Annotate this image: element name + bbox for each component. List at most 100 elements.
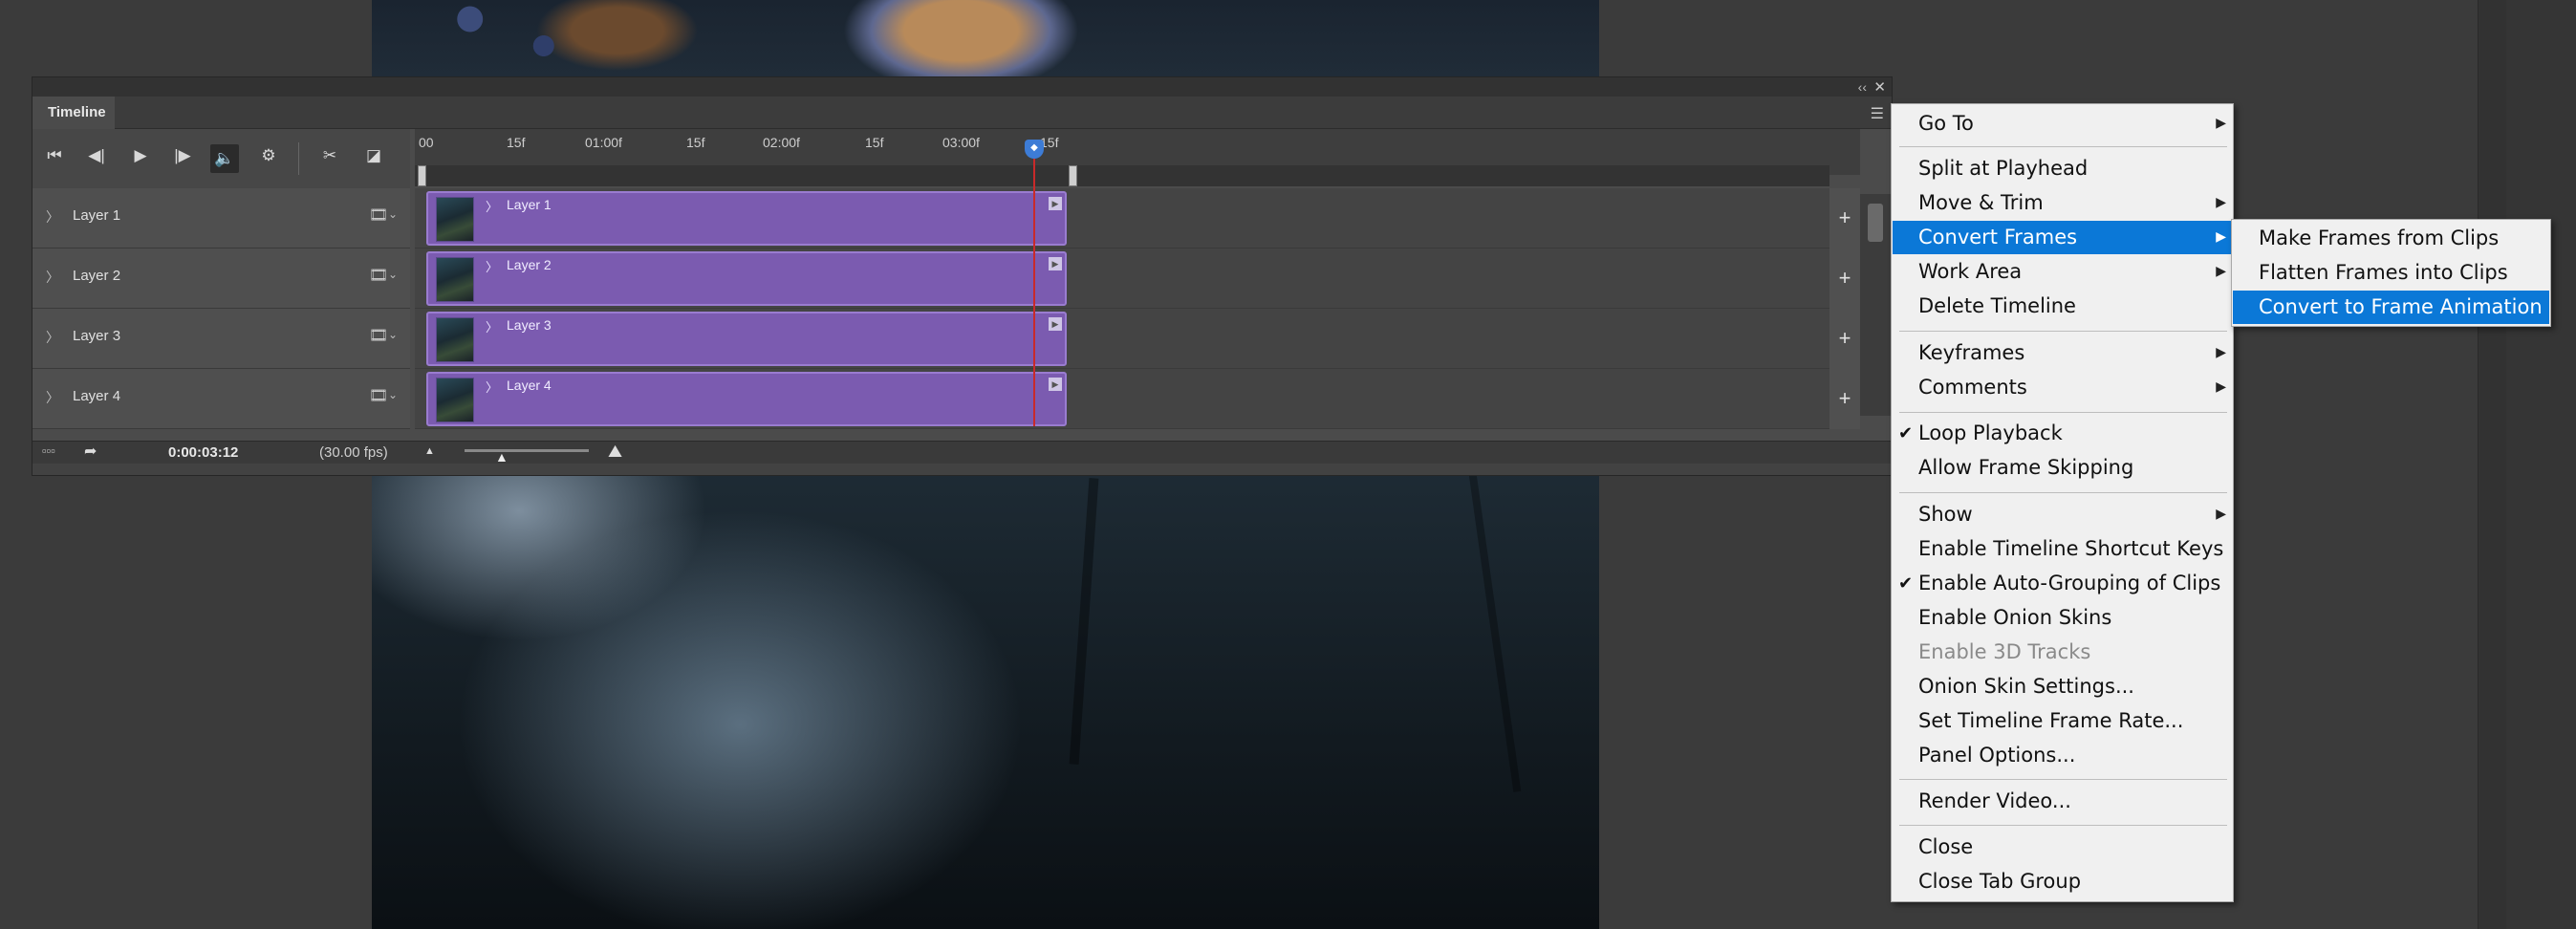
- menu-item-render-video[interactable]: Render Video...: [1893, 785, 2232, 818]
- menu-item-convert-frames[interactable]: Convert Frames ▶: [1893, 221, 2232, 254]
- chevron-right-icon[interactable]: 〉: [486, 257, 498, 275]
- menu-item-keyframes[interactable]: Keyframes ▶: [1893, 336, 2232, 370]
- work-area-bar[interactable]: [415, 165, 1829, 186]
- menu-item-delete-timeline[interactable]: Delete Timeline: [1893, 290, 2232, 323]
- frame-animation-icon[interactable]: ▫▫▫: [42, 443, 55, 458]
- menu-item-enable-onion-skins[interactable]: Enable Onion Skins: [1893, 601, 2232, 635]
- layer-row: 〉 Layer 2 🎞 ⌄ 〉 Layer 2 ▶ +: [32, 248, 1860, 309]
- add-media-button[interactable]: +: [1829, 309, 1860, 369]
- video-clip[interactable]: 〉 Layer 2 ▶: [426, 251, 1067, 306]
- video-clip[interactable]: 〉 Layer 4 ▶: [426, 372, 1067, 426]
- chevron-down-icon[interactable]: ⌄: [388, 207, 398, 221]
- zoom-slider-track[interactable]: [465, 449, 589, 452]
- transition-end-icon[interactable]: ▶: [1049, 378, 1062, 391]
- menu-item-set-frame-rate[interactable]: Set Timeline Frame Rate...: [1893, 704, 2232, 738]
- go-to-next-frame-icon[interactable]: |▶︎: [168, 146, 197, 165]
- transition-icon[interactable]: ◪: [359, 146, 388, 165]
- chevron-down-icon[interactable]: ⌄: [388, 268, 398, 281]
- transition-end-icon[interactable]: ▶: [1049, 317, 1062, 331]
- add-media-button[interactable]: +: [1829, 188, 1860, 248]
- video-clip[interactable]: 〉 Layer 1 ▶: [426, 191, 1067, 246]
- add-media-button[interactable]: +: [1829, 248, 1860, 309]
- ruler-tick-label: 02:00f: [763, 135, 800, 150]
- right-panel-dock: [2478, 0, 2506, 929]
- convert-frames-submenu: Make Frames from Clips Flatten Frames in…: [2231, 219, 2551, 327]
- menu-item-make-frames-from-clips[interactable]: Make Frames from Clips: [2233, 222, 2549, 255]
- clip-label: Layer 3: [507, 317, 552, 333]
- chevron-right-icon[interactable]: 〉: [486, 197, 498, 215]
- menu-item-label: Make Frames from Clips: [2259, 227, 2500, 249]
- audio-icon[interactable]: 🔈: [210, 144, 239, 173]
- layer-header[interactable]: 〉 Layer 3 🎞 ⌄: [32, 309, 410, 369]
- chevron-right-icon[interactable]: 〉: [46, 207, 59, 227]
- zoom-in-mountain-icon[interactable]: ⛰: [608, 442, 622, 462]
- work-area-start-handle[interactable]: [418, 165, 426, 186]
- transition-end-icon[interactable]: ▶: [1049, 197, 1062, 210]
- film-strip-icon[interactable]: 🎞: [369, 266, 388, 285]
- settings-gear-icon[interactable]: ⚙: [254, 146, 283, 165]
- ruler-tick-label: 00: [419, 135, 434, 150]
- zoom-slider-thumb[interactable]: ▲: [495, 449, 509, 464]
- zoom-out-mountain-icon[interactable]: ▲: [424, 445, 435, 457]
- clip-thumbnail: [436, 378, 474, 422]
- play-icon[interactable]: ▶: [126, 146, 155, 165]
- film-strip-icon[interactable]: 🎞: [369, 205, 388, 225]
- menu-item-close-tab-group[interactable]: Close Tab Group: [1893, 865, 2232, 898]
- menu-item-convert-to-frame-animation[interactable]: Convert to Frame Animation: [2233, 291, 2549, 324]
- menu-item-flatten-frames-into-clips[interactable]: Flatten Frames into Clips: [2233, 256, 2549, 290]
- scrollbar-thumb[interactable]: [1868, 204, 1883, 242]
- menu-item-comments[interactable]: Comments ▶: [1893, 371, 2232, 404]
- layer-header[interactable]: 〉 Layer 2 🎞 ⌄: [32, 248, 410, 309]
- go-to-previous-frame-icon[interactable]: ◀︎|: [82, 146, 111, 165]
- layer-header[interactable]: 〉 Layer 4 🎞 ⌄: [32, 369, 410, 429]
- menu-separator: [1899, 331, 2227, 332]
- film-strip-icon[interactable]: 🎞: [369, 386, 388, 405]
- tab-timeline[interactable]: Timeline: [32, 97, 115, 129]
- film-strip-icon[interactable]: 🎞: [369, 326, 388, 345]
- menu-item-enable-auto-grouping[interactable]: ✔ Enable Auto-Grouping of Clips: [1893, 567, 2232, 600]
- tab-bar: Timeline ☰: [32, 97, 1892, 129]
- menu-item-label: Onion Skin Settings...: [1918, 675, 2134, 698]
- vertical-scrollbar[interactable]: [1860, 194, 1892, 416]
- menu-item-move-trim[interactable]: Move & Trim ▶: [1893, 186, 2232, 220]
- chevron-right-icon[interactable]: 〉: [486, 378, 498, 396]
- video-clip[interactable]: 〉 Layer 3 ▶: [426, 312, 1067, 366]
- menu-item-panel-options[interactable]: Panel Options...: [1893, 739, 2232, 772]
- menu-item-loop-playback[interactable]: ✔ Loop Playback: [1893, 417, 2232, 450]
- chevron-right-icon[interactable]: 〉: [46, 268, 59, 287]
- menu-item-allow-frame-skipping[interactable]: Allow Frame Skipping: [1893, 451, 2232, 485]
- panel-header-bar[interactable]: ‹‹ ✕: [32, 77, 1892, 97]
- chevron-down-icon[interactable]: ⌄: [388, 328, 398, 341]
- menu-item-close[interactable]: Close: [1893, 831, 2232, 864]
- clip-label: Layer 2: [507, 257, 552, 272]
- checkmark-icon: ✔: [1898, 573, 1914, 594]
- double-chevron-left-icon[interactable]: ‹‹: [1858, 79, 1867, 95]
- menu-item-split-at-playhead[interactable]: Split at Playhead: [1893, 152, 2232, 185]
- submenu-arrow-icon: ▶: [2216, 379, 2226, 395]
- playhead-marker[interactable]: ◆: [1025, 140, 1044, 159]
- layer-row: 〉 Layer 3 🎞 ⌄ 〉 Layer 3 ▶ +: [32, 309, 1860, 369]
- clip-thumbnail: [436, 257, 474, 302]
- close-icon[interactable]: ✕: [1873, 78, 1886, 96]
- chevron-right-icon[interactable]: 〉: [46, 328, 59, 347]
- share-arrow-icon[interactable]: ➦: [84, 442, 97, 461]
- go-to-first-frame-icon[interactable]: ⏮: [40, 146, 69, 165]
- hamburger-menu-icon[interactable]: ☰: [1871, 104, 1884, 123]
- layer-header[interactable]: 〉 Layer 1 🎞 ⌄: [32, 188, 410, 248]
- add-media-button[interactable]: +: [1829, 369, 1860, 429]
- menu-item-onion-skin-settings[interactable]: Onion Skin Settings...: [1893, 670, 2232, 703]
- chevron-right-icon[interactable]: 〉: [486, 317, 498, 335]
- menu-item-work-area[interactable]: Work Area ▶: [1893, 255, 2232, 289]
- transition-end-icon[interactable]: ▶: [1049, 257, 1062, 270]
- menu-item-label: Allow Frame Skipping: [1918, 456, 2134, 479]
- submenu-arrow-icon: ▶: [2216, 229, 2226, 245]
- menu-item-label: Render Video...: [1918, 789, 2071, 812]
- menu-item-label: Convert to Frame Animation: [2259, 295, 2543, 318]
- menu-item-enable-timeline-shortcut-keys[interactable]: Enable Timeline Shortcut Keys: [1893, 532, 2232, 566]
- work-area-end-handle[interactable]: [1069, 165, 1077, 186]
- menu-item-show[interactable]: Show ▶: [1893, 498, 2232, 531]
- chevron-right-icon[interactable]: 〉: [46, 388, 59, 407]
- split-scissors-icon[interactable]: ✂: [315, 146, 344, 165]
- chevron-down-icon[interactable]: ⌄: [388, 388, 398, 401]
- menu-item-go-to[interactable]: Go To ▶: [1893, 107, 2232, 140]
